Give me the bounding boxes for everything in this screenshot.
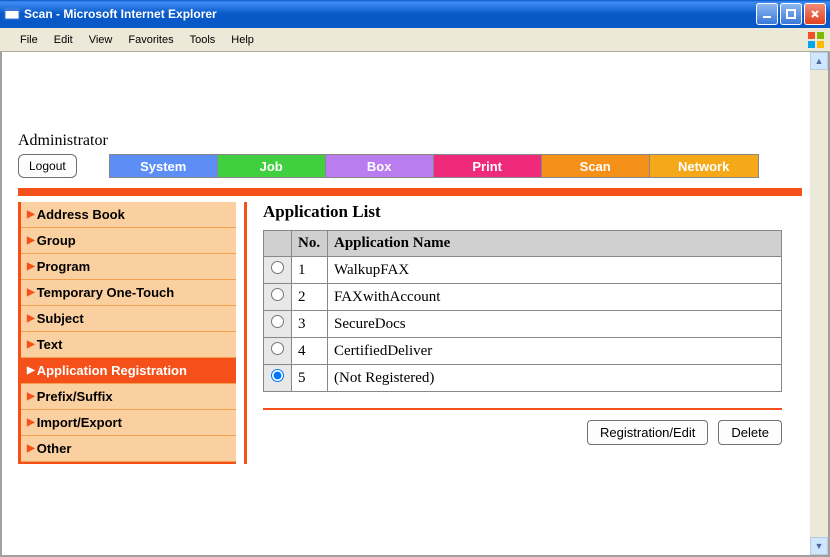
scroll-up-icon[interactable]: ▲ [810, 52, 828, 70]
col-select [264, 231, 292, 257]
chevron-right-icon: ▶ [27, 313, 35, 324]
menu-view[interactable]: View [81, 31, 121, 49]
sidebar-item-label: Other [37, 441, 72, 456]
close-button[interactable] [804, 3, 826, 25]
row-app-name: (Not Registered) [328, 365, 782, 392]
sidebar-item-label: Text [37, 337, 63, 352]
row-app-name: FAXwithAccount [328, 284, 782, 311]
row-select-radio[interactable] [271, 342, 284, 355]
menu-edit[interactable]: Edit [46, 31, 81, 49]
tab-network[interactable]: Network [650, 155, 758, 177]
application-table: No. Application Name 1WalkupFAX2FAXwithA… [263, 230, 782, 392]
row-select-cell [264, 338, 292, 365]
window-title: Scan - Microsoft Internet Explorer [24, 7, 756, 21]
chevron-right-icon: ▶ [27, 391, 35, 402]
menu-file[interactable]: File [12, 31, 46, 49]
tab-scan[interactable]: Scan [542, 155, 650, 177]
row-select-cell [264, 257, 292, 284]
table-row: 4CertifiedDeliver [264, 338, 782, 365]
nav-tabs: SystemJobBoxPrintScanNetwork [109, 154, 759, 178]
content-area: Administrator Logout SystemJobBoxPrintSc… [0, 52, 830, 557]
col-name: Application Name [328, 231, 782, 257]
table-row: 1WalkupFAX [264, 257, 782, 284]
row-app-name: CertifiedDeliver [328, 338, 782, 365]
ie-logo-icon [806, 30, 826, 50]
tab-print[interactable]: Print [434, 155, 542, 177]
sidebar-item-label: Group [37, 233, 76, 248]
tab-system[interactable]: System [110, 155, 218, 177]
app-icon [4, 6, 20, 22]
sidebar-item-group[interactable]: ▶Group [21, 228, 236, 254]
row-no: 3 [292, 311, 328, 338]
vertical-scrollbar[interactable]: ▲ ▼ [810, 52, 828, 555]
menu-help[interactable]: Help [223, 31, 262, 49]
sidebar-item-program[interactable]: ▶Program [21, 254, 236, 280]
row-select-radio[interactable] [271, 315, 284, 328]
admin-label: Administrator [18, 132, 802, 150]
sidebar-item-other[interactable]: ▶Other [21, 436, 236, 462]
table-row: 5(Not Registered) [264, 365, 782, 392]
row-app-name: SecureDocs [328, 311, 782, 338]
sidebar-item-subject[interactable]: ▶Subject [21, 306, 236, 332]
logout-button[interactable]: Logout [18, 154, 77, 178]
scroll-down-icon[interactable]: ▼ [810, 537, 828, 555]
sidebar-item-label: Subject [37, 311, 84, 326]
delete-button[interactable]: Delete [718, 420, 782, 445]
sidebar-item-prefix-suffix[interactable]: ▶Prefix/Suffix [21, 384, 236, 410]
table-row: 2FAXwithAccount [264, 284, 782, 311]
row-no: 5 [292, 365, 328, 392]
menubar: File Edit View Favorites Tools Help [0, 28, 830, 52]
sidebar-item-label: Prefix/Suffix [37, 389, 113, 404]
scroll-track[interactable] [810, 70, 828, 537]
chevron-right-icon: ▶ [27, 235, 35, 246]
chevron-right-icon: ▶ [27, 365, 35, 376]
sidebar-item-label: Address Book [37, 207, 125, 222]
tab-box[interactable]: Box [326, 155, 434, 177]
chevron-right-icon: ▶ [27, 287, 35, 298]
chevron-right-icon: ▶ [27, 261, 35, 272]
sidebar-item-label: Program [37, 259, 90, 274]
sidebar-item-label: Temporary One-Touch [37, 285, 174, 300]
row-select-cell [264, 284, 292, 311]
sidebar-item-label: Import/Export [37, 415, 122, 430]
vertical-divider [244, 202, 247, 464]
row-select-cell [264, 365, 292, 392]
sidebar-item-application-registration[interactable]: ▶Application Registration [21, 358, 236, 384]
row-select-cell [264, 311, 292, 338]
divider-line [263, 408, 782, 410]
row-app-name: WalkupFAX [328, 257, 782, 284]
minimize-button[interactable] [756, 3, 778, 25]
sidebar-item-import-export[interactable]: ▶Import/Export [21, 410, 236, 436]
table-row: 3SecureDocs [264, 311, 782, 338]
registration-edit-button[interactable]: Registration/Edit [587, 420, 708, 445]
orange-separator [18, 188, 802, 196]
sidebar-item-text[interactable]: ▶Text [21, 332, 236, 358]
row-select-radio[interactable] [271, 261, 284, 274]
main-panel: Application List No. Application Name 1W… [263, 202, 802, 464]
menu-tools[interactable]: Tools [182, 31, 224, 49]
chevron-right-icon: ▶ [27, 209, 35, 220]
row-no: 2 [292, 284, 328, 311]
chevron-right-icon: ▶ [27, 417, 35, 428]
sidebar-item-temporary-one-touch[interactable]: ▶Temporary One-Touch [21, 280, 236, 306]
row-no: 4 [292, 338, 328, 365]
chevron-right-icon: ▶ [27, 339, 35, 350]
window-titlebar: Scan - Microsoft Internet Explorer [0, 0, 830, 28]
col-no: No. [292, 231, 328, 257]
sidebar: ▶Address Book▶Group▶Program▶Temporary On… [18, 202, 236, 464]
maximize-button[interactable] [780, 3, 802, 25]
main-heading: Application List [263, 202, 782, 222]
row-select-radio[interactable] [271, 369, 284, 382]
menu-favorites[interactable]: Favorites [120, 31, 181, 49]
tab-job[interactable]: Job [218, 155, 326, 177]
row-no: 1 [292, 257, 328, 284]
row-select-radio[interactable] [271, 288, 284, 301]
sidebar-item-label: Application Registration [37, 363, 187, 378]
chevron-right-icon: ▶ [27, 443, 35, 454]
sidebar-item-address-book[interactable]: ▶Address Book [21, 202, 236, 228]
